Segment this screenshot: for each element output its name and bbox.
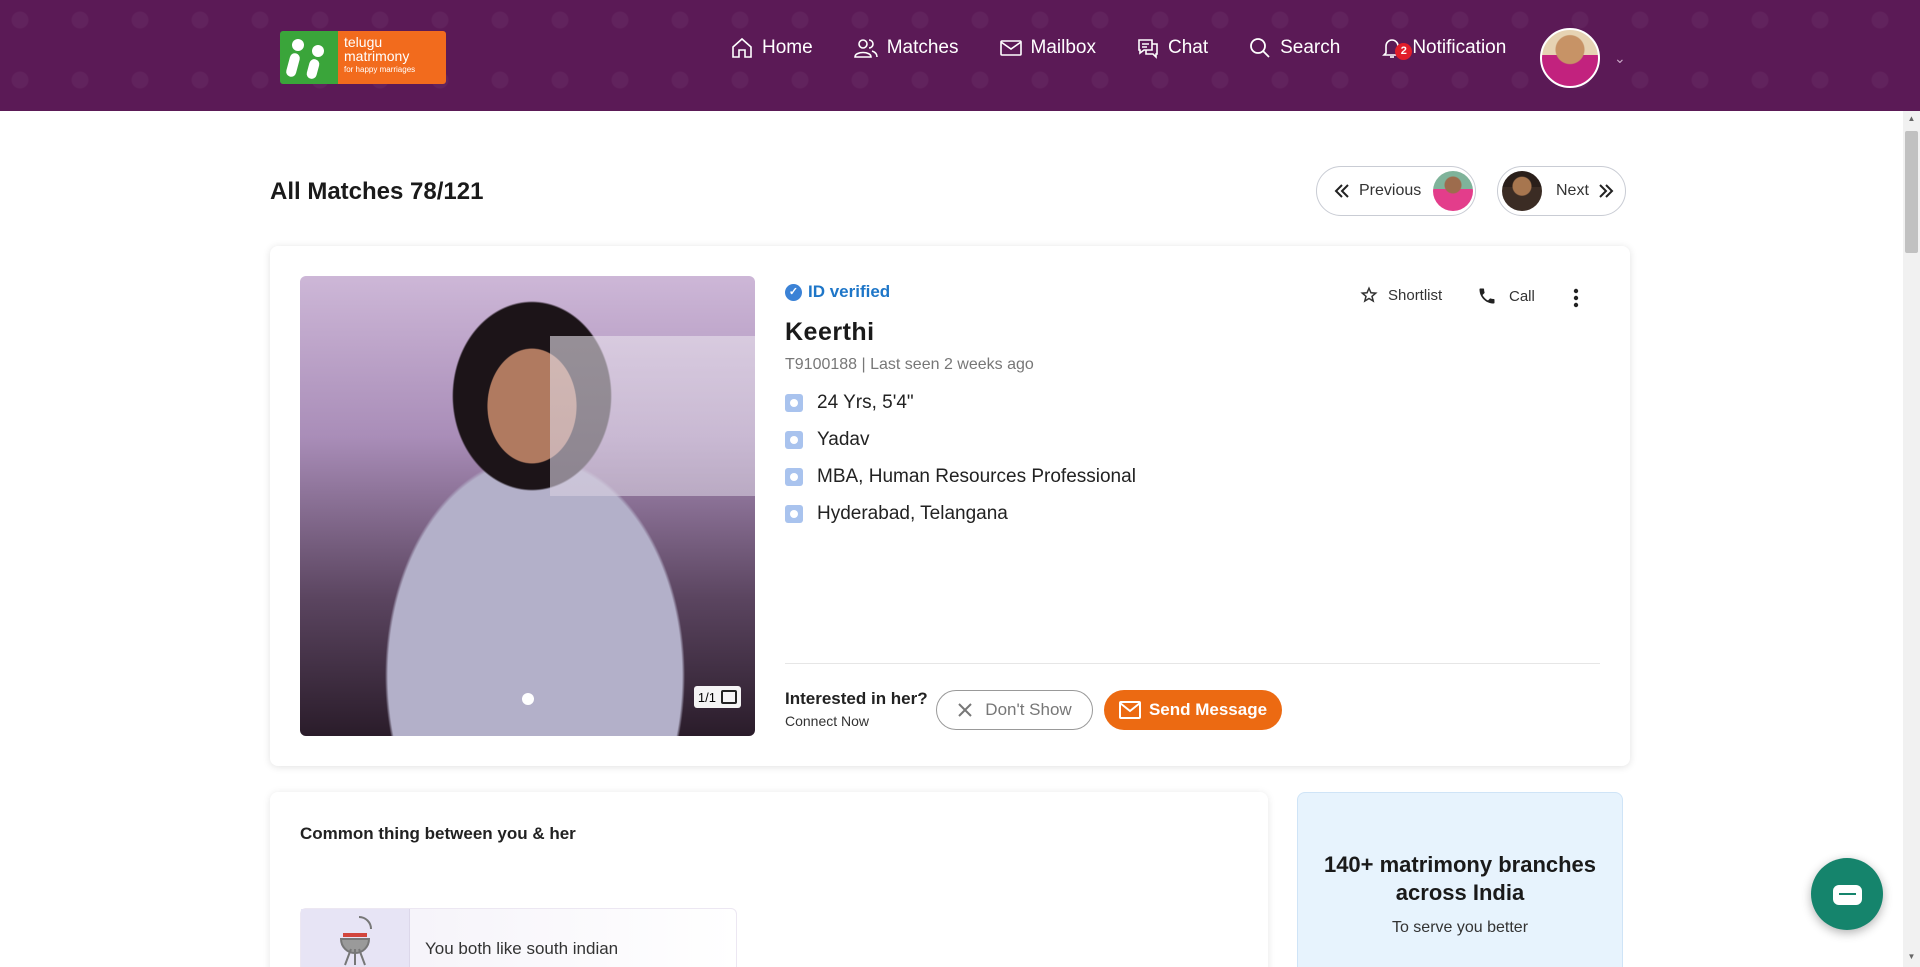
id-verified-badge: ✓ ID verified	[785, 282, 890, 302]
send-message-button[interactable]: Send Message	[1104, 690, 1282, 730]
nav-search-label: Search	[1280, 37, 1341, 58]
briefcase-icon	[785, 468, 803, 486]
next-profile-thumbnail	[1502, 171, 1542, 211]
detail-location: Hyderabad, Telangana	[785, 503, 1008, 525]
nav-chat-label: Chat	[1167, 37, 1209, 58]
detail-caste: Yadav	[785, 429, 869, 451]
detail-text: Yadav	[817, 429, 870, 450]
previous-profile-thumbnail	[1433, 171, 1474, 211]
nav-home-label: Home	[762, 37, 813, 58]
location-pin-icon	[785, 505, 803, 523]
photo-count-text: 1/1	[697, 689, 716, 705]
branches-title: 140+ matrimony branches across India	[1323, 852, 1597, 905]
chevron-down-icon[interactable]: ⌄	[1614, 50, 1626, 67]
interest-prompt: Interested in her? Connect Now	[785, 689, 928, 729]
telugu-matrimony-logo[interactable]: telugu matrimony for happy marriages	[280, 31, 446, 84]
double-chevron-right-icon	[1599, 184, 1614, 198]
logo-figures-icon	[280, 31, 338, 84]
shortlist-button[interactable]: Shortlist	[1360, 286, 1442, 304]
detail-text: Hyderabad, Telangana	[817, 503, 1008, 524]
profile-card: 1/1 ✓ ID verified Keerthi T9100188 | Las…	[270, 246, 1630, 766]
profile-name: Keerthi	[785, 318, 875, 346]
dont-show-label: Don't Show	[985, 700, 1072, 719]
scroll-up-arrow[interactable]: ▲	[1905, 114, 1918, 123]
branches-promo-card[interactable]: 140+ matrimony branches across India To …	[1297, 792, 1623, 967]
branches-subtitle: To serve you better	[1391, 919, 1529, 936]
close-icon	[958, 703, 973, 717]
double-chevron-left-icon	[1334, 184, 1349, 198]
nav-matches[interactable]: Matches	[853, 36, 959, 60]
mail-icon	[999, 40, 1022, 56]
search-icon	[1250, 38, 1270, 58]
kebab-menu-icon	[1573, 288, 1579, 308]
chat-icon	[1138, 39, 1158, 59]
interested-question: Interested in her?	[785, 689, 928, 708]
call-label: Call	[1509, 287, 1535, 305]
common-interest-item: You both like south indian	[300, 908, 737, 967]
chat-support-button[interactable]	[1811, 858, 1883, 930]
detail-education-profession: MBA, Human Resources Professional	[785, 466, 1136, 488]
detail-text: 24 Yrs, 5'4"	[817, 392, 914, 413]
nav-notification-label: Notification	[1412, 37, 1507, 58]
previous-label: Previous	[1359, 182, 1422, 199]
nav-mailbox-label: Mailbox	[1030, 37, 1096, 58]
community-icon	[785, 431, 803, 449]
matches-icon	[853, 39, 878, 58]
gallery-icon	[721, 690, 737, 704]
more-options-button[interactable]	[1570, 286, 1582, 310]
age-icon	[785, 394, 803, 412]
id-verified-label: ID verified	[808, 282, 891, 301]
home-icon	[732, 37, 752, 58]
logo-text-line2: matrimony	[344, 48, 410, 64]
detail-age-height: 24 Yrs, 5'4"	[785, 392, 914, 414]
main-nav: Home Matches Mailbox Chat Search 2 Notif…	[730, 36, 1546, 60]
common-interests-title: Common thing between you & her	[300, 824, 576, 843]
dont-show-button[interactable]: Don't Show	[936, 690, 1093, 730]
barbecue-grill-icon	[301, 909, 410, 967]
nav-search[interactable]: Search	[1248, 36, 1340, 60]
phone-icon	[1479, 288, 1495, 304]
nav-mailbox[interactable]: Mailbox	[999, 36, 1096, 60]
connect-now-text: Connect Now	[785, 713, 870, 729]
next-label: Next	[1556, 182, 1589, 199]
call-button[interactable]: Call	[1477, 286, 1535, 306]
nav-matches-label: Matches	[886, 37, 959, 58]
divider	[785, 663, 1600, 664]
common-interests-card: Common thing between you & her You both …	[270, 792, 1268, 967]
photo-carousel-dot[interactable]	[522, 693, 534, 705]
user-avatar[interactable]	[1540, 28, 1600, 88]
profile-photo[interactable]: 1/1	[300, 276, 755, 736]
logo-text-line1: telugu	[344, 34, 383, 50]
logo-tagline: for happy marriages	[344, 65, 416, 74]
nav-home[interactable]: Home	[730, 36, 813, 60]
send-message-label: Send Message	[1148, 700, 1268, 719]
chat-bubble-icon	[1833, 885, 1862, 905]
scrollbar-thumb[interactable]	[1905, 131, 1918, 253]
nav-notification[interactable]: 2 Notification	[1380, 36, 1506, 60]
detail-text: MBA, Human Resources Professional	[817, 466, 1136, 487]
profile-id-last-seen: T9100188 | Last seen 2 weeks ago	[785, 356, 1034, 373]
scroll-down-arrow[interactable]: ▼	[1905, 952, 1918, 961]
nav-chat[interactable]: Chat	[1136, 36, 1208, 60]
top-header: telugu matrimony for happy marriages Hom…	[0, 0, 1920, 111]
photo-count-badge[interactable]: 1/1	[693, 686, 741, 708]
previous-profile-button[interactable]: Previous	[1316, 166, 1476, 216]
mail-icon	[1118, 701, 1141, 719]
shortlist-label: Shortlist	[1388, 286, 1443, 304]
verified-check-icon: ✓	[785, 283, 802, 301]
star-icon	[1360, 286, 1378, 303]
next-profile-button[interactable]: Next	[1497, 166, 1626, 216]
page-title: All Matches 78/121	[270, 178, 484, 205]
common-interest-text: You both like south indian	[425, 939, 619, 958]
notification-count-badge: 2	[1395, 43, 1413, 60]
